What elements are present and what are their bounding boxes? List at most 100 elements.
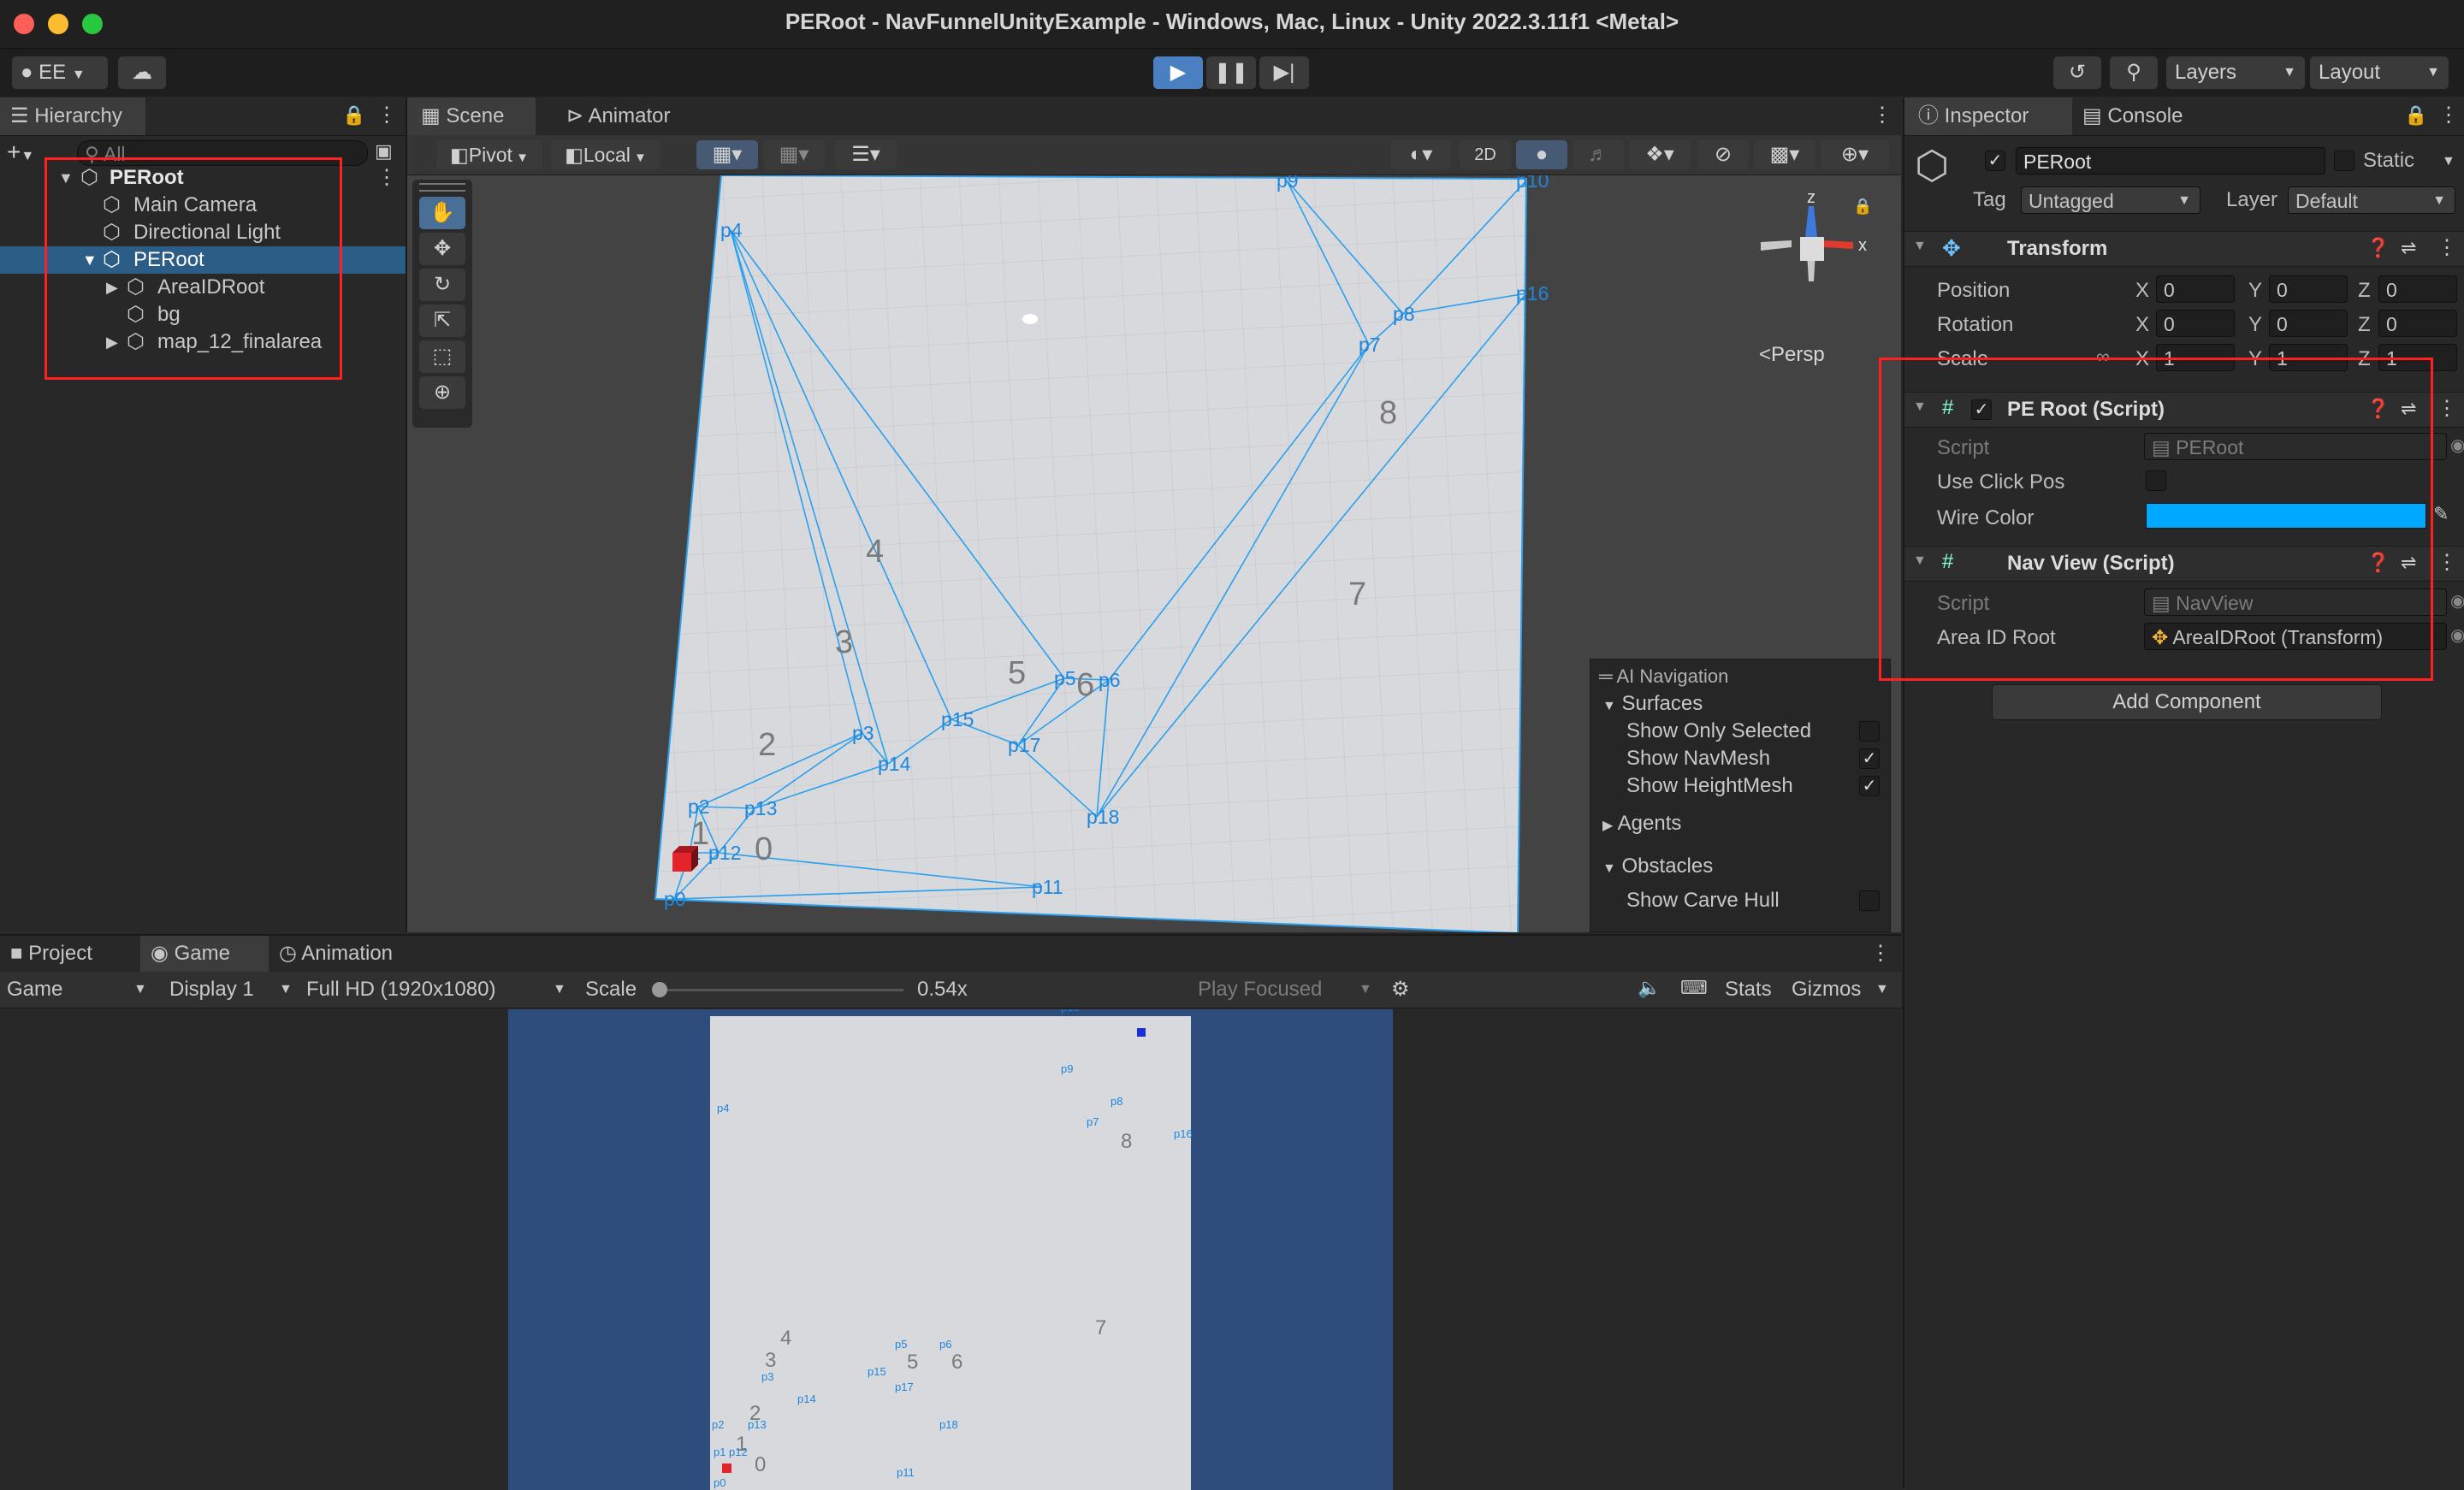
stats-button[interactable]: Stats (1725, 976, 1772, 1003)
console-icon: ▤ (2082, 104, 2102, 127)
perspective-toggle[interactable]: <Persp (1759, 343, 1825, 367)
pivot-dropdown[interactable]: ◧Pivot ▼ (436, 140, 542, 169)
show-navmesh-checkbox[interactable]: ✓ (1859, 748, 1880, 769)
chevron-down-icon: ▼ (2177, 193, 2191, 208)
chevron-down-icon[interactable]: ▼ (1875, 982, 1889, 997)
game-player-cube (722, 1463, 732, 1473)
object-name-input[interactable]: PERoot (2016, 147, 2325, 174)
display-dropdown[interactable]: Display 1 ▼ (169, 976, 298, 1003)
more-options-icon[interactable]: ⋮ (376, 103, 397, 127)
tab-animator[interactable]: ⊳ Animator (558, 98, 703, 135)
pause-button[interactable]: ❚❚ (1206, 56, 1256, 89)
eyedropper-icon[interactable]: ✎ (2433, 503, 2449, 525)
camera-dropdown[interactable]: ▩▾ (1754, 140, 1815, 169)
surfaces-foldout[interactable]: ▼ Surfaces (1602, 690, 1703, 718)
scene-visibility-toggle[interactable]: ⊘ (1697, 140, 1749, 169)
effects-dropdown[interactable]: ❖▾ (1629, 140, 1691, 169)
position-x-field[interactable]: 0 (2156, 275, 2235, 303)
layer-dropdown[interactable]: Default ▼ (2288, 186, 2455, 214)
step-button[interactable]: ▶| (1259, 56, 1309, 89)
resolution-dropdown[interactable]: Full HD (1920x1080) ▼ (306, 976, 572, 1003)
increment-snap-toggle[interactable]: ▦▾ (763, 140, 825, 169)
obstacles-foldout[interactable]: ▼ Obstacles (1602, 853, 1713, 880)
tab-animation[interactable]: ◷ Animation (277, 936, 448, 972)
grid-snap-toggle[interactable]: ▦▾ (696, 140, 758, 169)
search-button[interactable]: ⚲ (2110, 56, 2158, 89)
show-heightmesh-checkbox[interactable]: ✓ (1859, 776, 1880, 796)
drag-handle-icon[interactable] (419, 183, 465, 192)
lock-icon[interactable]: 🔒 (2404, 104, 2427, 127)
history-button[interactable]: ↺ (2053, 56, 2101, 89)
rotation-z-field[interactable]: 0 (2378, 310, 2457, 337)
object-picker-icon[interactable]: ◉ (2450, 435, 2464, 456)
audio-icon[interactable]: 🔈 (1638, 977, 1661, 999)
more-options-icon[interactable]: ⋮ (1870, 941, 1891, 966)
show-carve-hull-checkbox[interactable] (1859, 890, 1880, 911)
gizmos-button[interactable]: Gizmos (1792, 976, 1861, 1003)
object-picker-icon[interactable]: ◉ (2450, 590, 2464, 612)
account-dropdown[interactable]: ● EE ▼ (12, 56, 108, 89)
more-options-icon[interactable]: ⋮ (2437, 235, 2457, 260)
chevron-down-icon[interactable]: ▼ (2442, 154, 2455, 169)
lighting-toggle[interactable]: ● (1516, 140, 1567, 169)
tab-scene[interactable]: ▦ Scene (407, 98, 536, 135)
account-label: EE (38, 61, 67, 84)
more-options-icon[interactable]: ⋮ (376, 164, 397, 192)
search-options-icon[interactable]: ▣ (375, 140, 393, 163)
static-checkbox[interactable] (2334, 151, 2354, 171)
rotate-tool-button[interactable]: ↻ (419, 269, 465, 301)
layout-dropdown[interactable]: Layout ▼ (2310, 56, 2449, 89)
more-options-icon[interactable]: ⋮ (1872, 103, 1892, 127)
play-focused-dropdown[interactable]: Play Focused ▼ (1198, 976, 1379, 1003)
more-options-icon[interactable]: ⋮ (2437, 396, 2457, 421)
tab-hierarchy[interactable]: ☰ Hierarchy (0, 98, 145, 135)
keyboard-icon[interactable]: ⌨ (1680, 977, 1708, 999)
point-label-p14: p14 (878, 753, 911, 775)
preset-icon[interactable]: ⇌ (2401, 237, 2416, 259)
tag-dropdown[interactable]: Untagged ▼ (2021, 186, 2200, 214)
ruler-toggle[interactable]: ☰▾ (835, 140, 897, 169)
hand-tool-button[interactable]: ✋ (419, 197, 465, 229)
tab-console[interactable]: ▤ Console (2077, 98, 2223, 135)
tab-inspector[interactable]: ⓘ Inspector (1904, 98, 2072, 135)
scale-slider-track[interactable] (655, 989, 903, 991)
add-component-button[interactable]: Add Component (1992, 684, 2382, 720)
play-button[interactable]: ▶ (1153, 56, 1203, 89)
gizmos-dropdown[interactable]: ⊕▾ (1821, 140, 1889, 169)
game-viewport[interactable]: 012345678 p0p1p2p3p4p5p6p7p8p9p10p11p12p… (508, 1009, 1393, 1490)
chevron-down-icon[interactable]: ▼ (1913, 239, 1927, 254)
bug-icon[interactable]: ⚙ (1391, 977, 1410, 1002)
shading-mode-dropdown[interactable]: ◐▾ (1391, 140, 1451, 169)
rotation-x-field[interactable]: 0 (2156, 310, 2235, 337)
object-picker-icon[interactable]: ◉ (2450, 624, 2464, 646)
help-icon[interactable]: ❓ (2366, 237, 2390, 259)
tab-game[interactable]: ◉ Game (140, 936, 269, 972)
local-dropdown[interactable]: ◧Local ▼ (551, 140, 660, 169)
scale-tool-button[interactable]: ⇱ (419, 305, 465, 337)
game-view-dropdown[interactable]: Game ▼ (7, 976, 152, 1003)
audio-toggle[interactable]: ♬ (1573, 140, 1624, 169)
scene-viewport[interactable]: 012345678 p0p1p2p3p4p5p6p7p8p9p10p11p12p… (407, 175, 1901, 932)
cloud-button[interactable]: ☁ (118, 56, 166, 89)
lock-icon[interactable]: 🔒 (342, 104, 365, 127)
more-options-icon[interactable]: ⋮ (2437, 550, 2457, 575)
transform-tool-button[interactable]: ⊕ (419, 376, 465, 409)
tab-project[interactable]: ■ Project (0, 936, 137, 972)
area-label-2: 2 (758, 727, 776, 763)
orientation-gizmo[interactable]: z x 🔒 (1742, 192, 1887, 321)
position-y-field[interactable]: 0 (2269, 275, 2348, 303)
more-options-icon[interactable]: ⋮ (2438, 103, 2459, 127)
create-button[interactable]: +▼ (7, 139, 34, 166)
transform-header[interactable]: ▼ ✥ Transform ❓ ⇌ ⋮ (1904, 231, 2464, 267)
move-tool-button[interactable]: ✥ (419, 233, 465, 265)
rotation-y-field[interactable]: 0 (2269, 310, 2348, 337)
layers-dropdown[interactable]: Layers ▼ (2166, 56, 2305, 89)
show-only-selected-checkbox[interactable] (1859, 721, 1880, 742)
ai-navigation-title[interactable]: ═ AI Navigation (1599, 663, 1728, 690)
scale-slider-handle[interactable] (652, 982, 667, 997)
position-z-field[interactable]: 0 (2378, 275, 2457, 303)
agents-foldout[interactable]: ▶ Agents (1602, 810, 1681, 837)
toggle-2d-button[interactable]: 2D (1460, 140, 1511, 169)
rect-tool-button[interactable]: ⬚ (419, 340, 465, 373)
active-checkbox[interactable]: ✓ (1985, 151, 2005, 171)
